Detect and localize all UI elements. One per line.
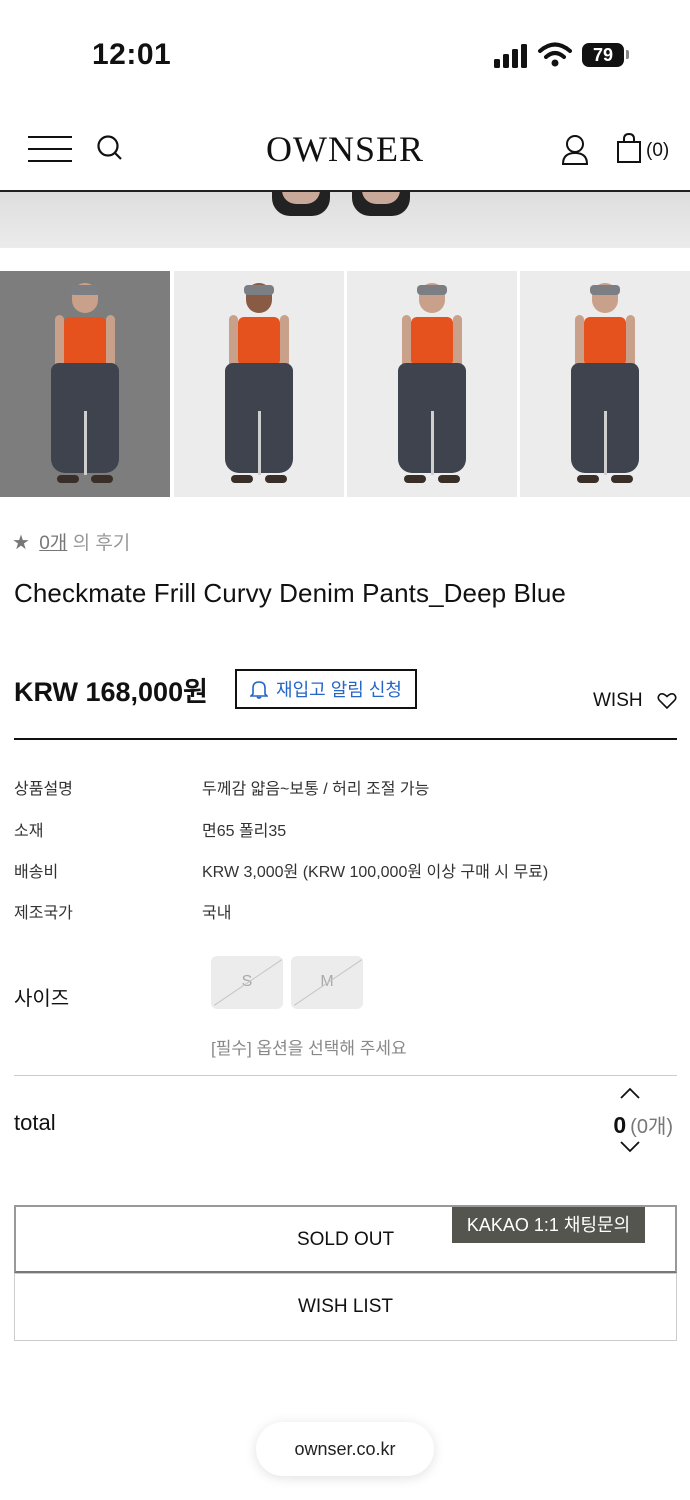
product-price: KRW 168,000원 — [14, 677, 208, 707]
thumbnail-strip — [0, 271, 690, 497]
bell-icon — [250, 681, 269, 699]
review-count-link[interactable]: 0개 — [39, 533, 67, 554]
product-thumbnail[interactable] — [174, 271, 344, 497]
product-thumbnail[interactable] — [0, 271, 170, 497]
restock-alert-label: 재입고 알림 신청 — [276, 680, 402, 700]
battery-icon: 79 — [582, 43, 624, 67]
option-hint: [필수] 옵션을 선택해 주세요 — [211, 1039, 407, 1058]
total-value: 0 (0개) — [613, 1110, 673, 1139]
info-value: 국내 — [202, 905, 232, 922]
cart-count: (0) — [646, 140, 670, 161]
wifi-icon — [538, 42, 572, 67]
size-option-m[interactable]: M — [291, 956, 363, 1009]
total-count: (0개) — [630, 1116, 673, 1138]
cart-icon[interactable] — [614, 132, 644, 164]
browser-url-bar[interactable]: ownser.co.kr — [256, 1422, 434, 1476]
wish-list-button[interactable]: WISH LIST — [14, 1273, 677, 1341]
brand-logo[interactable]: OWNSER — [200, 128, 490, 170]
product-thumbnail[interactable] — [520, 271, 690, 497]
info-key: 배송비 — [14, 864, 59, 881]
menu-icon[interactable] — [28, 136, 72, 162]
size-label: 사이즈 — [14, 988, 70, 1010]
info-key: 제조국가 — [14, 905, 73, 922]
battery-tip — [626, 50, 629, 59]
total-label: total — [14, 1110, 56, 1135]
product-main-image — [0, 192, 690, 248]
product-title: Checkmate Frill Curvy Denim Pants_Deep B… — [14, 578, 566, 608]
kakao-chat-button[interactable]: KAKAO 1:1 채팅문의 — [452, 1207, 645, 1243]
wish-button[interactable]: WISH — [593, 690, 677, 712]
search-icon[interactable] — [96, 134, 124, 164]
cellular-signal-icon — [494, 44, 528, 68]
star-icon: ★ — [12, 532, 30, 554]
restock-alert-button[interactable]: 재입고 알림 신청 — [235, 669, 417, 709]
info-value: KRW 3,000원 (KRW 100,000원 이상 구매 시 무료) — [202, 864, 549, 881]
status-time: 12:01 — [92, 38, 172, 71]
review-summary: ★ 0개 의 후기 — [12, 528, 130, 555]
product-thumbnail[interactable] — [347, 271, 517, 497]
info-key: 소재 — [14, 823, 44, 840]
info-value: 면65 폴리35 — [202, 823, 287, 840]
info-value: 두께감 얇음~보통 / 허리 조절 가능 — [202, 781, 430, 798]
chevron-up-icon[interactable] — [619, 1086, 641, 1100]
heart-icon — [657, 693, 677, 710]
review-suffix: 의 후기 — [72, 533, 131, 554]
user-icon[interactable] — [560, 134, 590, 166]
chevron-down-icon[interactable] — [619, 1140, 641, 1154]
size-option-s[interactable]: S — [211, 956, 283, 1009]
divider — [14, 738, 677, 740]
site-header: OWNSER (0) — [0, 100, 690, 192]
wish-label: WISH — [593, 690, 643, 711]
status-bar: 12:01 79 — [0, 0, 690, 100]
divider — [14, 1075, 677, 1076]
info-key: 상품설명 — [14, 781, 73, 798]
total-amount: 0 — [613, 1112, 627, 1138]
